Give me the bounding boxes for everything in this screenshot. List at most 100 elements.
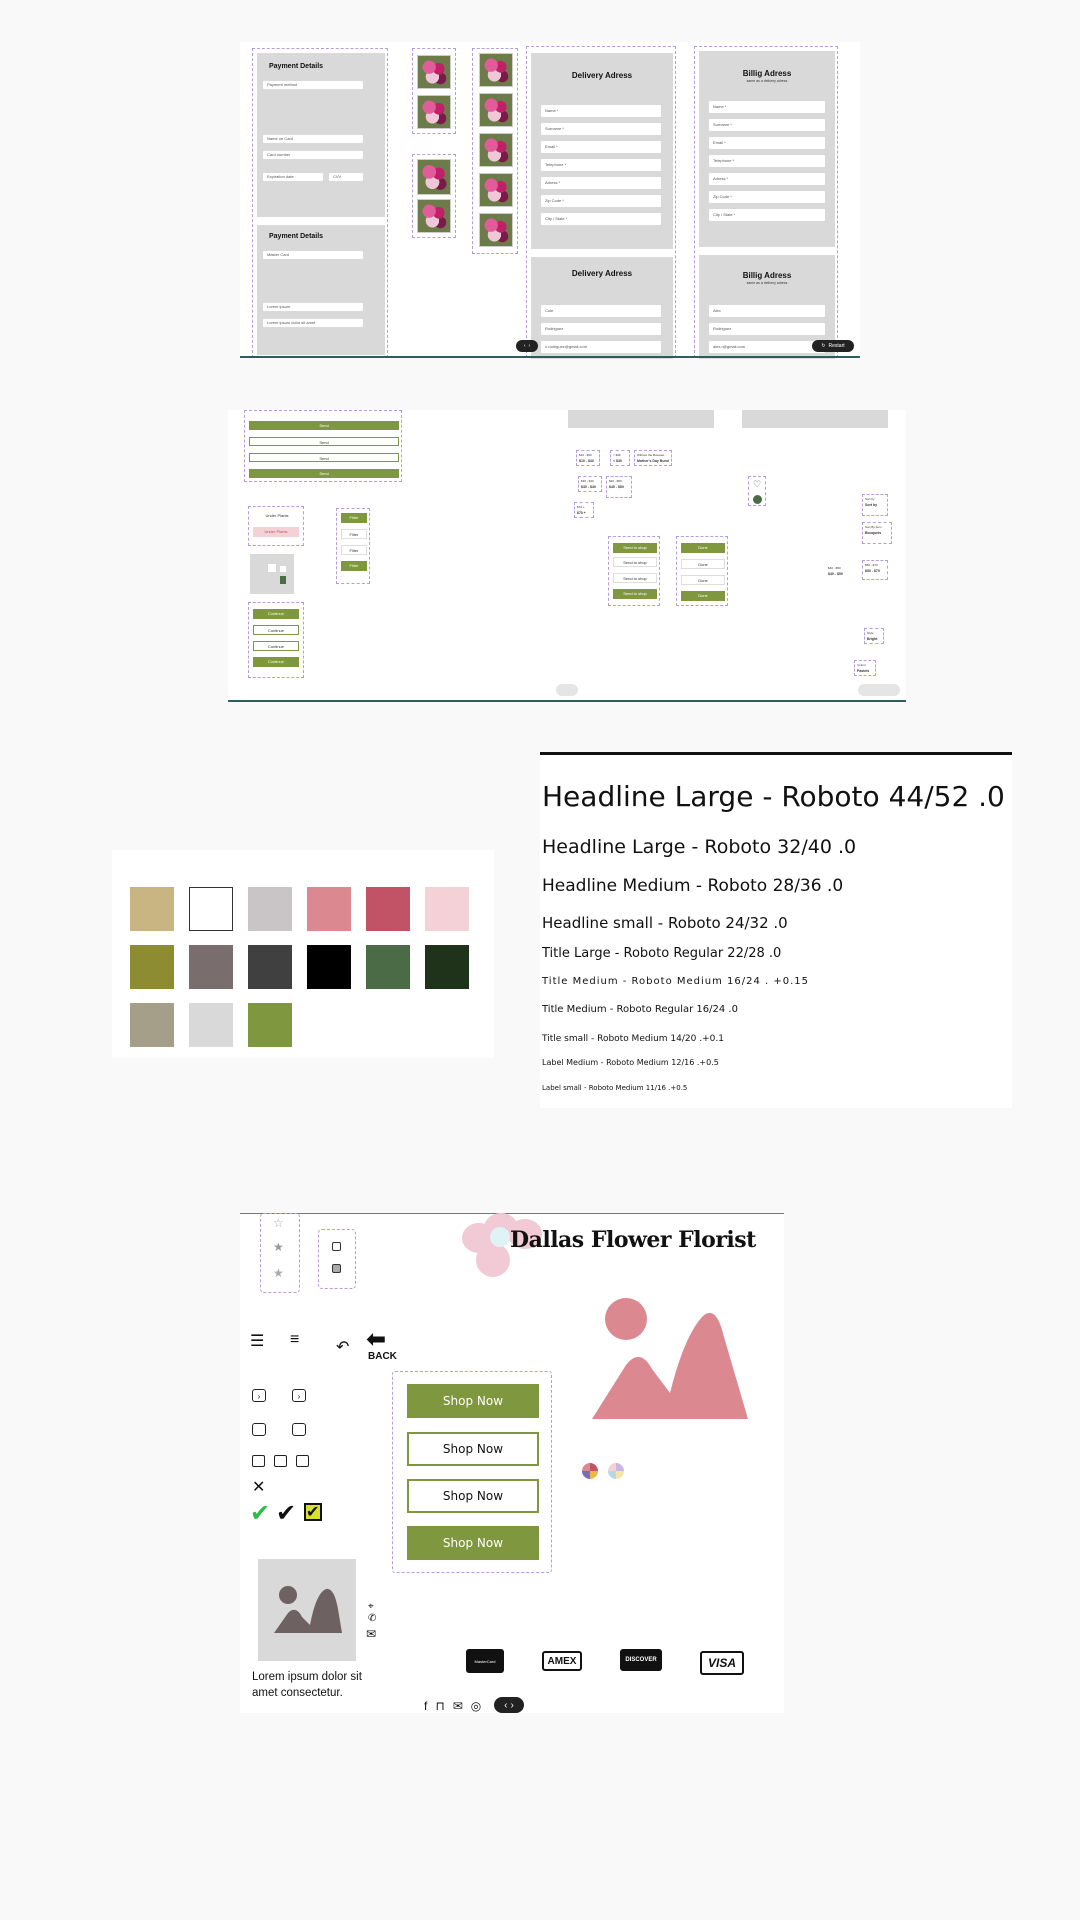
send-to-shop-outline-2[interactable]: Send to shop [613,573,657,583]
color-swatch[interactable] [130,887,174,931]
delivery-city-input[interactable]: City / State * [541,213,661,225]
send-to-shop-button[interactable]: Send to shop [613,543,657,553]
price-tag[interactable]: $10 - $50 $10 - $40 [576,450,600,466]
chevron-right-icon[interactable]: › [511,1700,514,1711]
filter-button[interactable]: Filter [341,513,367,523]
back-arrow-icon[interactable]: ⬅ [366,1325,386,1354]
delivery-name-filled[interactable]: Cole [541,305,661,317]
prototype-nav-pill[interactable]: ‹ › [516,340,538,352]
sliders-icon[interactable]: ☰ [250,1331,264,1351]
flower-thumbnail[interactable] [417,159,451,195]
shop-now-button-outline-2[interactable]: Shop Now [407,1479,539,1513]
undo-icon[interactable]: ↶ [336,1337,349,1357]
style-tag[interactable]: Style Bright [864,628,884,644]
send-button[interactable]: Send [249,421,399,430]
color-swatch[interactable] [189,945,233,989]
colour-tag[interactable]: Colour Pastels [854,660,876,676]
send-button-outline[interactable]: Send [249,437,399,446]
star-icon[interactable]: ★ [273,1266,284,1280]
color-swatch[interactable] [425,945,469,989]
shop-now-button-outline[interactable]: Shop Now [407,1432,539,1466]
check-icon[interactable]: ✔ [276,1499,296,1528]
sort-by-tag[interactable]: Sort by Sort by [862,494,888,516]
calendar-remove-icon[interactable] [296,1455,309,1467]
restart-button-faded[interactable] [858,684,900,696]
calendar-next-icon[interactable]: › [292,1389,306,1402]
color-swatch[interactable] [366,945,410,989]
check-icon[interactable]: ✔ [250,1499,270,1528]
done-button-outline-2[interactable]: Done [681,575,725,585]
shop-now-button[interactable]: Shop Now [407,1384,539,1418]
lorem-field-2[interactable]: Lorem ipsum dolor sit amet [263,319,363,327]
continue-button-outline-2[interactable]: Continue [253,641,299,651]
color-swatch[interactable] [425,887,469,931]
chevron-right-icon[interactable]: › [529,343,531,349]
billing-surname-input[interactable]: Surname * [709,119,825,131]
under-plants-label[interactable]: Under Plants [249,513,305,518]
flower-thumbnail[interactable] [417,55,451,89]
price-tag[interactable]: $30 - $40 $30 - $40 [578,476,602,492]
color-wheel-pastel-icon[interactable] [608,1463,624,1479]
flower-thumbnail[interactable] [479,93,513,127]
filter-button-outline[interactable]: Filter [341,529,367,539]
billing-city-input[interactable]: City / State * [709,209,825,221]
billing-address-input[interactable]: Adress * [709,173,825,185]
delivery-surname-filled[interactable]: Rodriguez [541,323,661,335]
filter-button-outline-2[interactable]: Filter [341,545,367,555]
heart-filled-icon[interactable] [753,495,762,504]
calendar-next-icon[interactable]: › [252,1389,266,1402]
price-tag[interactable]: < $30 < $30 [610,450,630,466]
billing-surname-filled[interactable]: Rodriguez [709,323,825,335]
prototype-nav-pill-faded[interactable] [556,684,578,696]
delivery-email-filled[interactable]: c.rodriguez@gmail.com [541,341,661,353]
same-as-delivery-checkbox-label[interactable]: same as a delivery adress [699,79,835,83]
card-number-input[interactable]: Card number [263,151,363,159]
color-swatch[interactable] [307,887,351,931]
flower-thumbnail[interactable] [479,53,513,87]
pin-icon[interactable]: ⌖ [368,1601,374,1612]
bag-icon[interactable]: ⊓ [435,1699,444,1713]
flower-thumbnail[interactable] [479,213,513,247]
instagram-icon[interactable]: ◎ [471,1699,481,1713]
flower-thumbnail[interactable] [479,133,513,167]
color-swatch[interactable] [307,945,351,989]
star-icon[interactable]: ★ [273,1240,284,1254]
payment-method-select[interactable]: Payment method [263,81,363,89]
restart-button[interactable]: ↻ Restart [812,340,854,352]
color-swatch[interactable] [189,887,233,931]
calendar-icon[interactable] [252,1455,265,1467]
send-button-outline-2[interactable]: Send [249,453,399,462]
checkbox-icon[interactable] [332,1242,341,1251]
payment-method-value[interactable]: Master Card [263,251,363,259]
done-button-outline[interactable]: Done [681,559,725,569]
chevron-left-icon[interactable]: ‹ [504,1700,507,1711]
price-tag[interactable]: $40 - $50 $40 - $50 [606,476,632,498]
price-tag[interactable]: Without the Bouquet Mother's Day Bund [634,450,672,466]
price-tag[interactable]: $40 - $50 $40 - $50 [826,564,850,580]
done-button[interactable]: Done [681,543,725,553]
price-tag[interactable]: $50 - $70 $50 - $70 [862,560,888,580]
filter-button-2[interactable]: Filter [341,561,367,571]
send-button-2[interactable]: Send [249,469,399,478]
color-swatch[interactable] [189,1003,233,1047]
cvv-input[interactable]: CVV [329,173,363,181]
checkbox-checked-icon[interactable] [332,1264,341,1273]
delivery-surname-input[interactable]: Surname * [541,123,661,135]
billing-email-input[interactable]: Email * [709,137,825,149]
billing-name-input[interactable]: Name * [709,101,825,113]
flower-thumbnail[interactable] [479,173,513,207]
back-label[interactable]: BACK [368,1351,397,1362]
prototype-nav-pill[interactable]: ‹ › [494,1697,524,1713]
color-swatch[interactable] [130,945,174,989]
calendar-icon[interactable] [252,1423,266,1436]
mail-icon[interactable]: ✉ [366,1627,376,1641]
color-swatch[interactable] [366,887,410,931]
color-swatch[interactable] [248,1003,292,1047]
same-as-delivery-label-2[interactable]: same as a delivery adress [699,281,835,285]
flower-thumbnail[interactable] [417,199,451,233]
flower-thumbnail[interactable] [417,95,451,129]
chevron-left-icon[interactable]: ‹ [524,343,526,349]
favorite-toggle[interactable]: ♡ [748,476,766,506]
checkbox-checked-icon[interactable]: ✔ [304,1503,322,1521]
delivery-phone-input[interactable]: Telephone * [541,159,661,171]
